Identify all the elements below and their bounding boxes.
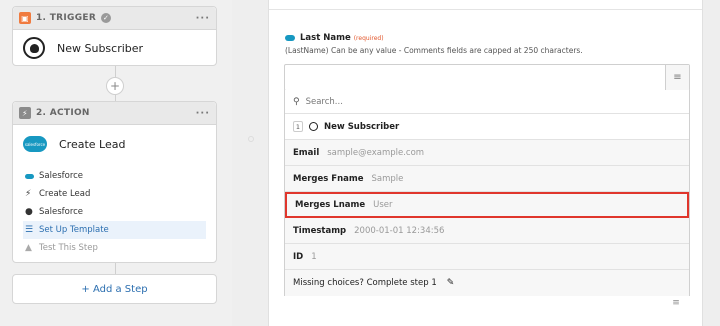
option-key: Timestamp xyxy=(293,225,347,236)
salesforce-icon xyxy=(25,173,39,179)
action-title: 2. ACTION xyxy=(36,108,90,118)
option-value: User xyxy=(373,200,393,210)
bolt-icon: ⚡ xyxy=(19,107,31,119)
bolt-icon: ⚡ xyxy=(25,189,32,199)
field-option-merges-lname[interactable]: Merges Lname User xyxy=(285,192,689,218)
workflow-sidebar: ▣ 1. TRIGGER ✓ ··· New Subscriber + ⚡ 2.… xyxy=(0,0,232,326)
salesforce-icon xyxy=(285,35,295,41)
add-step-button[interactable]: + Add a Step xyxy=(12,274,217,304)
step-choose-app[interactable]: Salesforce xyxy=(23,167,206,185)
action-card-header: ⚡ 2. ACTION ··· xyxy=(13,102,216,125)
check-icon: ✓ xyxy=(101,13,112,23)
connector-line xyxy=(115,263,116,274)
user-icon: ● xyxy=(25,207,33,217)
field-label-text: Last Name xyxy=(300,33,351,43)
field-help-text: (LastName) Can be any value - Comments f… xyxy=(285,46,583,55)
field-option-merges-fname[interactable]: Merges Fname Sample xyxy=(285,166,689,192)
required-indicator: (required) xyxy=(353,34,384,42)
step-label: Set Up Template xyxy=(39,225,109,235)
list-icon: ☰ xyxy=(25,225,34,235)
field-option-timestamp[interactable]: Timestamp 2000-01-01 12:34:56 xyxy=(285,218,689,244)
insert-step-button[interactable]: + xyxy=(106,77,124,95)
option-key: ID xyxy=(293,251,304,262)
mailchimp-icon xyxy=(309,122,318,131)
step-number-badge: 1 xyxy=(293,121,303,132)
option-value: Sample xyxy=(371,173,404,184)
step-choose-action[interactable]: ⚡ Create Lead xyxy=(23,185,206,203)
mailchimp-icon xyxy=(23,37,45,59)
pencil-icon: ✎ xyxy=(446,278,455,288)
action-app-name: Create Lead xyxy=(59,137,126,151)
step-test[interactable]: ▲ Test This Step xyxy=(23,239,206,257)
search-icon: ⚲ xyxy=(293,96,300,107)
search-input[interactable]: ⚲ Search... xyxy=(285,90,689,114)
option-key: Merges Lname xyxy=(295,200,366,210)
connector-line xyxy=(115,66,116,77)
step-set-up-template[interactable]: ☰ Set Up Template xyxy=(23,221,206,239)
trigger-app-name: New Subscriber xyxy=(57,41,144,55)
option-value: sample@example.com xyxy=(327,147,425,158)
action-card[interactable]: ⚡ 2. ACTION ··· salesforce Create Lead S… xyxy=(12,101,217,263)
step-group-header: 1 New Subscriber xyxy=(285,114,689,140)
trigger-card[interactable]: ▣ 1. TRIGGER ✓ ··· New Subscriber xyxy=(12,6,217,66)
step-group-label: New Subscriber xyxy=(324,121,400,132)
divider-handle xyxy=(248,136,254,142)
action-steps: Salesforce ⚡ Create Lead ● Salesforce ☰ … xyxy=(13,167,216,257)
trigger-title: 1. TRIGGER xyxy=(36,13,97,23)
missing-choices-text: Missing choices? Complete step 1 xyxy=(293,278,437,288)
search-placeholder: Search... xyxy=(305,96,343,107)
trigger-icon: ▣ xyxy=(19,12,31,24)
trigger-app-row[interactable]: New Subscriber xyxy=(13,30,216,66)
flask-icon: ▲ xyxy=(25,243,32,253)
field-option-email[interactable]: Email sample@example.com xyxy=(285,140,689,166)
field-label: Last Name (required) xyxy=(285,33,384,43)
step-label: Create Lead xyxy=(39,189,91,199)
missing-choices-link[interactable]: Missing choices? Complete step 1 ✎ xyxy=(285,270,689,296)
list-settings-icon[interactable]: ≡ xyxy=(664,295,688,310)
action-app-row[interactable]: salesforce Create Lead xyxy=(13,125,216,163)
step-label: Salesforce xyxy=(39,207,84,217)
step-label: Test This Step xyxy=(39,243,98,253)
last-name-input[interactable]: ≡ xyxy=(284,64,690,91)
divider xyxy=(269,9,702,10)
option-key: Email xyxy=(293,147,320,158)
field-picker-dropdown: ⚲ Search... 1 New Subscriber Email sampl… xyxy=(284,90,690,296)
option-key: Merges Fname xyxy=(293,173,364,184)
option-value: 2000-01-01 12:34:56 xyxy=(354,225,445,236)
salesforce-icon: salesforce xyxy=(23,136,47,152)
field-option-id[interactable]: ID 1 xyxy=(285,244,689,270)
trigger-card-header: ▣ 1. TRIGGER ✓ ··· xyxy=(13,7,216,30)
option-value: 1 xyxy=(311,251,317,262)
step-choose-account[interactable]: ● Salesforce xyxy=(23,203,206,221)
more-options-icon[interactable]: ··· xyxy=(196,13,210,24)
list-settings-icon: ≡ xyxy=(673,72,682,83)
template-editor-panel: Last Name (required) (LastName) Can be a… xyxy=(268,0,703,326)
more-options-icon[interactable]: ··· xyxy=(196,108,210,119)
step-label: Salesforce xyxy=(39,171,84,181)
insert-field-button[interactable]: ≡ xyxy=(665,65,689,90)
